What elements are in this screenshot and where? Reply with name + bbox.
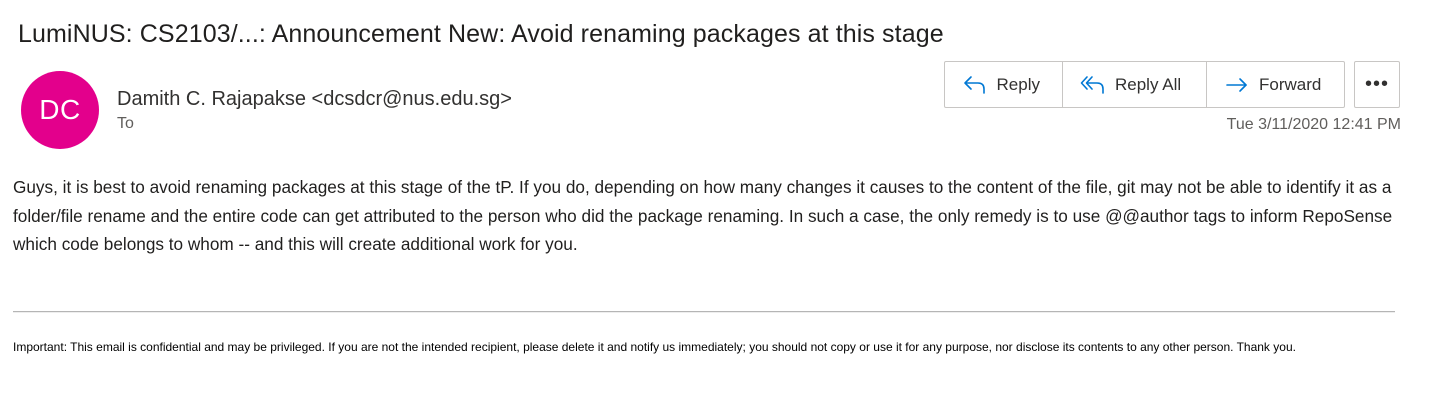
more-actions-button[interactable]: ••• xyxy=(1354,61,1400,108)
forward-arrow-icon xyxy=(1224,74,1250,96)
reply-icon xyxy=(962,74,988,96)
reply-all-button[interactable]: Reply All xyxy=(1063,62,1207,107)
email-actions-group: Reply Reply All Forward xyxy=(944,61,1345,108)
sender-avatar[interactable]: DC xyxy=(21,71,99,149)
email-body: Guys, it is best to avoid renaming packa… xyxy=(13,177,1393,254)
email-reading-pane: LumiNUS: CS2103/...: Announcement New: A… xyxy=(0,0,1430,404)
reply-all-label: Reply All xyxy=(1115,74,1182,94)
reply-button[interactable]: Reply xyxy=(945,62,1063,107)
email-subject: LumiNUS: CS2103/...: Announcement New: A… xyxy=(18,20,944,48)
received-timestamp: Tue 3/11/2020 12:41 PM xyxy=(1226,116,1401,133)
signature-divider xyxy=(13,311,1395,313)
more-ellipsis-icon: ••• xyxy=(1364,73,1389,95)
reply-label: Reply xyxy=(996,74,1040,94)
forward-button[interactable]: Forward xyxy=(1207,62,1344,107)
sender-name[interactable]: Damith C. Rajapakse <dcsdcr@nus.edu.sg> xyxy=(117,88,512,111)
recipient-to-label[interactable]: To xyxy=(117,115,134,133)
reply-all-icon xyxy=(1080,74,1106,96)
forward-label: Forward xyxy=(1259,74,1322,94)
confidentiality-disclaimer: Important: This email is confidential an… xyxy=(13,340,1296,354)
